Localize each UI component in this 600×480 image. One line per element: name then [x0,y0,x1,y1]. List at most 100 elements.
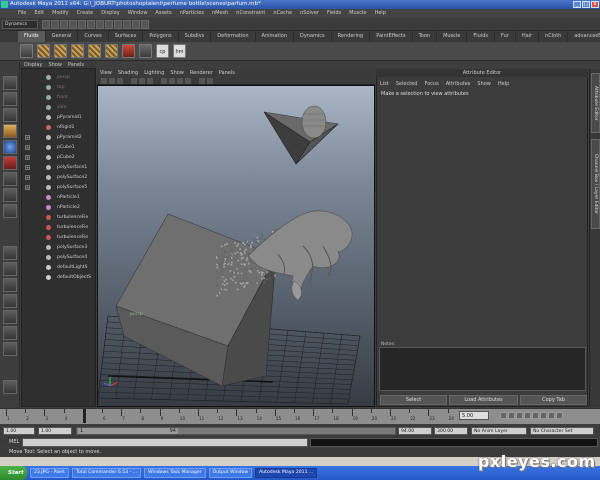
ipr-render-icon[interactable] [132,20,140,29]
expand-toggle-icon[interactable]: + [25,185,30,190]
outliner-item[interactable]: nParticle1 [22,193,95,202]
outliner-item[interactable]: side [22,103,95,112]
shelf-tab-painteffects[interactable]: PaintEffects [370,31,413,42]
render-icon[interactable] [123,20,131,29]
outliner-item[interactable]: polySurface3 [22,243,95,252]
hypershade-layout-icon[interactable] [3,326,17,340]
ae-menu-focus[interactable]: Focus [424,80,438,88]
taskbar-task[interactable]: Windows Task Manager [144,468,206,478]
outliner-item[interactable]: defaultLightS [22,263,95,272]
tab-channel-box[interactable]: Channel Box / Layer Editor [591,139,600,229]
start-time-field[interactable]: 1.00 [3,427,35,435]
grid-toggle-icon[interactable] [139,78,145,84]
select-object-icon[interactable] [78,20,86,29]
mel-label[interactable]: MEL [9,439,19,445]
viewport-menu-shading[interactable]: Shading [118,69,138,77]
image-plane-icon[interactable] [131,78,137,84]
hm-shelf-button[interactable]: hm [173,44,186,58]
outliner-item[interactable]: + pCube2 [22,153,95,162]
single-view-layout-icon[interactable] [3,246,17,260]
menu-muscle[interactable]: Muscle [349,9,366,18]
outliner-item[interactable]: + polySurface2 [22,173,95,182]
expand-toggle-icon[interactable]: + [25,165,30,170]
play-forward-icon[interactable] [532,412,539,419]
lights-icon[interactable] [185,78,191,84]
outliner-item[interactable]: persp [22,73,95,82]
smooth-shade-icon[interactable] [169,78,175,84]
snap-grid-icon[interactable] [96,20,104,29]
outliner-item[interactable]: front [22,93,95,102]
expand-toggle-icon[interactable]: + [25,155,30,160]
menu-set-dropdown[interactable]: Dynamics [2,20,38,29]
taskbar-task[interactable]: 23.JPG - Paint [30,468,69,478]
menu-window[interactable]: Window [128,9,148,18]
go-to-start-icon[interactable] [500,412,507,419]
two-view-layout-icon[interactable] [3,278,17,292]
viewport-menu-view[interactable]: View [100,69,112,77]
expand-toggle-icon[interactable]: + [25,175,30,180]
viewport-menu-show[interactable]: Show [170,69,184,77]
tab-attribute-editor[interactable]: Attribute Editor [591,73,600,133]
copy-tab-button[interactable]: Copy Tab [520,395,587,405]
viewport-menu-renderer[interactable]: Renderer [190,69,213,77]
bookmark-icon[interactable] [117,78,123,84]
go-to-end-icon[interactable] [556,412,563,419]
select-tool-icon[interactable] [3,76,17,90]
notes-field[interactable] [379,347,586,391]
save-scene-icon[interactable] [60,20,68,29]
load-attributes-button[interactable]: Load Attributes [449,395,518,405]
step-back-icon[interactable] [508,412,515,419]
maximize-button[interactable]: □ [582,1,590,8]
menu-help[interactable]: Help [374,9,385,18]
shelf-tab-rendering[interactable]: Rendering [332,31,371,42]
close-button[interactable]: x [591,1,599,8]
shelf-tab-ncloth[interactable]: nCloth [539,31,569,42]
menu-file[interactable]: File [18,9,26,18]
camera-attrs-icon[interactable] [109,78,115,84]
shelf-tab-toon[interactable]: Toon [413,31,438,42]
outliner-item[interactable]: top [22,83,95,92]
outliner-item[interactable]: pPyramid1 [22,113,95,122]
current-frame-field[interactable]: 5.00 [459,411,489,420]
paint-select-tool-icon[interactable] [3,108,17,122]
range-slider[interactable]: 1 94 [76,427,396,435]
viewport-menu-lighting[interactable]: Lighting [144,69,164,77]
isolate-select-icon[interactable] [207,78,213,84]
perspective-viewport[interactable] [97,85,375,407]
fluid-emitter-icon[interactable] [54,44,67,58]
ae-menu-help[interactable]: Help [498,80,509,88]
fluid-fire-icon[interactable] [122,44,135,58]
ae-menu-selected[interactable]: Selected [396,80,418,88]
menu-modify[interactable]: Modify [52,9,69,18]
shelf-tab-hair[interactable]: Hair [516,31,540,42]
lasso-tool-icon[interactable] [3,92,17,106]
four-view-layout-icon[interactable] [3,262,17,276]
viewport-menu-panels[interactable]: Panels [219,69,235,77]
select-button[interactable]: Select [380,395,447,405]
select-component-icon[interactable] [87,20,95,29]
taskbar-task[interactable]: Output Window [208,468,253,478]
step-forward-icon[interactable] [548,412,555,419]
minimize-button[interactable]: _ [573,1,581,8]
textured-icon[interactable] [177,78,183,84]
menu-nconstraint[interactable]: nConstraint [236,9,265,18]
taskbar-task[interactable]: Total Commander 6.53 - ... [71,468,142,478]
shelf-menu-icon[interactable] [20,44,33,58]
new-scene-icon[interactable] [42,20,50,29]
fluid-ocean-icon[interactable] [71,44,84,58]
shelf-tab-dynamics[interactable]: Dynamics [294,31,332,42]
next-key-icon[interactable] [540,412,547,419]
menu-nparticles[interactable]: nParticles [180,9,204,18]
play-backward-icon[interactable] [524,412,531,419]
playback-start-field[interactable]: 1.00 [38,427,72,435]
outliner-item[interactable]: defaultObjectS [22,273,95,282]
ae-menu-show[interactable]: Show [477,80,491,88]
ae-menu-attributes[interactable]: Attributes [446,80,471,88]
last-tool-icon[interactable] [3,188,17,202]
soft-mod-tool-icon[interactable] [3,204,17,218]
taskbar-task[interactable]: Autodesk Maya 2011 ... [255,468,318,478]
snap-point-icon[interactable] [114,20,122,29]
open-scene-icon[interactable] [51,20,59,29]
render-settings-icon[interactable] [141,20,149,29]
graph-layout-icon[interactable] [3,310,17,324]
